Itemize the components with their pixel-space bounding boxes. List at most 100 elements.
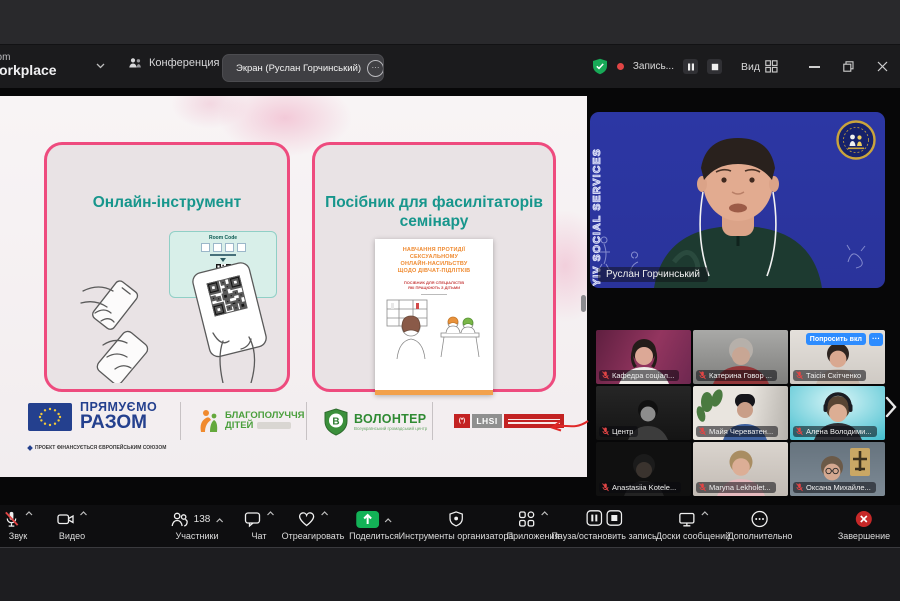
toolbar-end-button[interactable]: Завершение	[838, 510, 890, 541]
speaker-video-tile[interactable]: YIV SOCIAL SERVICES	[590, 112, 885, 288]
muted-mic-icon	[602, 427, 609, 436]
muted-mic-icon	[699, 371, 706, 380]
tab-meeting[interactable]: Конференция	[128, 57, 219, 69]
shield-icon	[447, 510, 464, 528]
participant-tile[interactable]: Майя Череватен...	[693, 386, 788, 440]
shared-screen-tab-label: Экран (Руслан Горчинський)	[236, 63, 361, 74]
chat-options-chevron-icon[interactable]	[267, 511, 275, 516]
share-options-chevron-icon[interactable]	[384, 518, 392, 523]
view-grid-icon	[765, 60, 778, 73]
muted-mic-icon	[602, 483, 609, 492]
toolbar-react-button[interactable]: Отреагировать	[282, 510, 345, 541]
participant-tile[interactable]: Попросить вкл ··· Таісія Скітченко	[790, 330, 885, 384]
heart-icon	[297, 510, 315, 528]
volunteer-subtitle: Всеукраїнський громадський центр	[354, 427, 427, 432]
pause-recording-icon[interactable]	[586, 510, 602, 526]
window-close-icon[interactable]	[877, 61, 888, 72]
volunteer-logo: В ВОЛОНТЕР Всеукраїнський громадський це…	[324, 408, 427, 436]
participant-tile[interactable]: Оксана Михайле...	[790, 442, 885, 496]
meeting-main-area: Онлайн-інструмент Room Code	[0, 88, 900, 505]
speaker-name-badge: Руслан Горчинський	[598, 267, 708, 282]
tab-options-ellipsis-icon[interactable]: ···	[367, 60, 384, 77]
meeting-tab-label: Конференция	[149, 57, 219, 69]
toolbar-share-button[interactable]: Поделиться	[349, 510, 399, 541]
participant-name-badge: Оксана Михайле...	[793, 482, 876, 493]
booklet-divider	[421, 294, 447, 295]
whiteboard-icon	[678, 510, 696, 528]
toolbar-video-button[interactable]: Видео	[57, 510, 88, 541]
toolbar-pause-stop-recording-button[interactable]: Пауза/остановить запись	[551, 510, 656, 541]
recording-stop-button[interactable]	[707, 59, 722, 74]
eu-flag-icon	[28, 403, 72, 431]
whiteboards-options-chevron-icon[interactable]	[701, 511, 709, 516]
meeting-toolbar: Звук Видео 138 Участники Чат	[0, 505, 900, 547]
participant-name-badge: Алена Володими...	[793, 426, 877, 437]
eu-project-subtitle: ПРОЕКТ ФІНАНСУЄТЬСЯ ЄВРОПЕЙСЬКИМ СОЮЗОМ	[28, 445, 166, 451]
toolbar-chat-button[interactable]: Чат	[244, 510, 275, 541]
workspace-chevron-down-icon[interactable]	[96, 63, 105, 69]
next-participants-page-chevron-icon[interactable]	[885, 396, 897, 418]
booklet-classroom-drawing	[383, 297, 485, 359]
toolbar-audio-button[interactable]: Звук	[3, 510, 33, 541]
diamond-icon	[27, 445, 33, 451]
meeting-people-icon	[128, 57, 142, 69]
participant-tile[interactable]: Anastasiia Kotele...	[596, 442, 691, 496]
workplace-logo-text: Workplace	[0, 63, 57, 78]
booklet-title: НАВЧАННЯ ПРОТИДІЇ СЕКСУАЛЬНОМУ ОНЛАЙН-НА…	[398, 247, 471, 276]
panel-resize-handle[interactable]	[581, 295, 586, 312]
participant-tile[interactable]: Кафедра соціал...	[596, 330, 691, 384]
desktop-top-strip	[0, 0, 900, 45]
muted-mic-icon	[699, 483, 706, 492]
microphone-muted-icon	[3, 510, 20, 528]
window-restore-icon[interactable]	[843, 61, 854, 72]
participant-tile[interactable]: Катерина Говор ...	[693, 330, 788, 384]
hands-phones-drawing	[55, 229, 279, 383]
slide-card-manual: Посібник для фасилітаторів семінару НАВЧ…	[312, 142, 556, 392]
desktop-bottom-strip	[0, 547, 900, 601]
participant-grid: Кафедра соціал... Катерина Говор ... Поп…	[596, 330, 885, 496]
video-camera-icon	[57, 510, 75, 528]
participant-name-badge: Таісія Скітченко	[793, 370, 866, 381]
participant-tile[interactable]: Алена Володими...	[790, 386, 885, 440]
audio-options-chevron-icon[interactable]	[25, 511, 33, 516]
participant-tile[interactable]: Центр	[596, 386, 691, 440]
ellipsis-circle-icon	[751, 510, 769, 528]
booklet-orange-strip	[375, 390, 493, 395]
react-options-chevron-icon[interactable]	[320, 511, 328, 516]
chat-bubble-icon	[244, 510, 262, 528]
security-shield-check-icon[interactable]	[592, 58, 608, 75]
participants-options-chevron-icon[interactable]	[215, 518, 223, 523]
toolbar-more-button[interactable]: Дополнительно	[728, 510, 793, 541]
recording-pause-button[interactable]	[683, 59, 698, 74]
participants-icon	[171, 511, 189, 528]
tab-shared-screen[interactable]: Экран (Руслан Горчинський) ···	[222, 54, 384, 82]
logo-divider	[432, 402, 433, 440]
red-arrow-annotation	[548, 418, 590, 434]
booklet-cover: НАВЧАННЯ ПРОТИДІЇ СЕКСУАЛЬНОМУ ОНЛАЙН-НА…	[375, 239, 493, 395]
volunteer-name: ВОЛОНТЕР	[354, 413, 427, 426]
video-options-chevron-icon[interactable]	[80, 511, 88, 516]
view-button[interactable]: Вид	[741, 60, 778, 73]
muted-mic-icon	[602, 371, 609, 380]
wellbeing-name-line2: ДІТЕЙ	[225, 420, 253, 431]
logo-divider	[306, 402, 307, 440]
zoom-workplace-logo: zoom Workplace	[0, 52, 57, 78]
participant-name-badge: Центр	[599, 426, 638, 437]
apps-options-chevron-icon[interactable]	[541, 511, 549, 516]
muted-mic-icon	[796, 427, 803, 436]
toolbar-host-tools-button[interactable]: Инструменты организатора	[399, 510, 514, 541]
toolbar-participants-button[interactable]: 138 Участники	[171, 510, 224, 541]
participant-name-badge: Anastasiia Kotele...	[599, 482, 681, 493]
ask-to-unmute-button[interactable]: Попросить вкл	[806, 333, 866, 345]
zoom-window: zoom Workplace Конференция Экран (Руслан…	[0, 0, 900, 600]
window-minimize-icon[interactable]	[809, 66, 820, 68]
wellbeing-small-text-placeholder	[257, 422, 291, 429]
participant-tile[interactable]: Maryna Lekholet...	[693, 442, 788, 496]
recording-dot-icon	[617, 63, 624, 70]
booklet-subtitle: ПОСІБНИК ДЛЯ СПЕЦІАЛІСТІВ ЯКІ ПРАЦЮЮТЬ З…	[404, 280, 464, 291]
stop-recording-icon[interactable]	[606, 510, 622, 526]
participant-more-button[interactable]: ···	[869, 333, 883, 346]
titlebar: zoom Workplace Конференция Экран (Руслан…	[0, 45, 900, 88]
toolbar-whiteboards-button[interactable]: Доски сообщений	[656, 510, 730, 541]
slide-card-online-tool: Онлайн-інструмент Room Code	[44, 142, 290, 392]
